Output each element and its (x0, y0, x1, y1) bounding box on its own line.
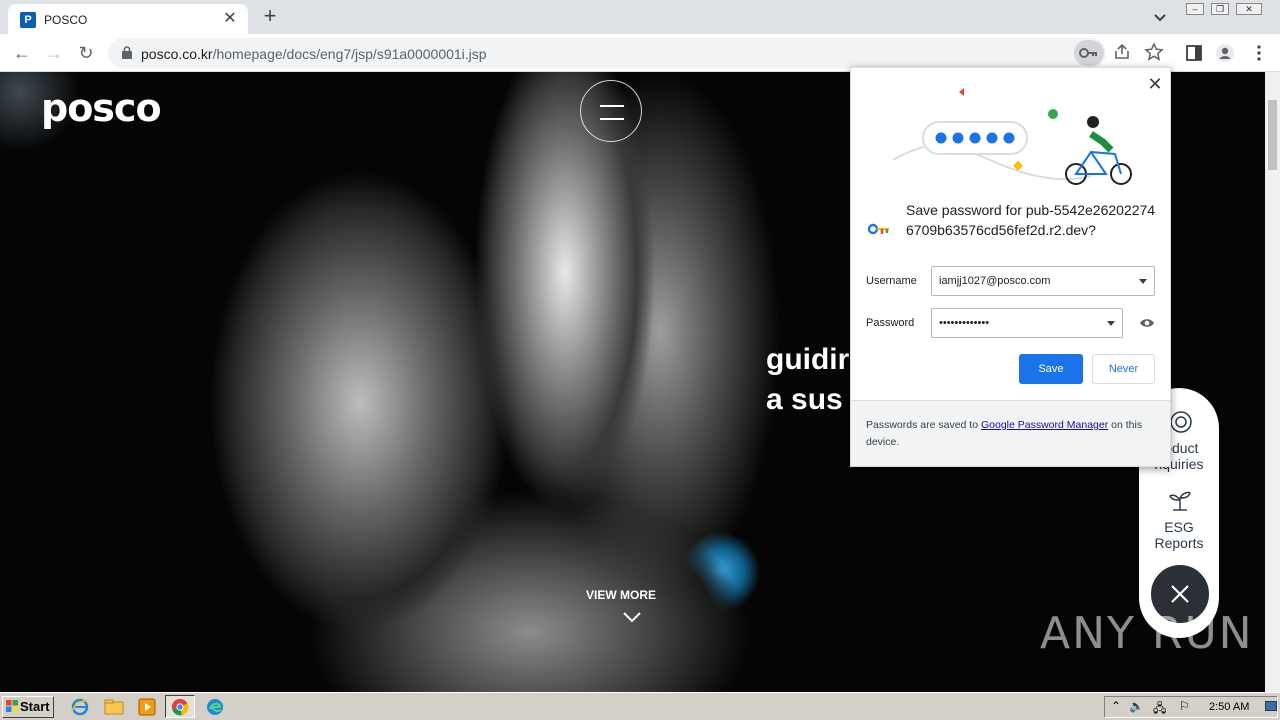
never-button[interactable]: Never (1092, 354, 1155, 384)
posco-favicon-icon: P (20, 12, 36, 28)
tube-icon (1170, 411, 1192, 433)
page-scrollbar[interactable] (1265, 72, 1280, 692)
chrome-taskbar-button[interactable] (165, 695, 195, 718)
eye-icon[interactable] (1139, 317, 1155, 329)
url-path: /homepage/docs/eng7/jsp/s91a0000001i.jsp (212, 46, 487, 62)
hero-line-1: guidir (766, 343, 850, 376)
dialog-title: Save password for pub-5542e262022746709b… (906, 202, 1156, 238)
file-explorer-icon[interactable] (103, 697, 125, 717)
menu-kebab-icon[interactable] (1249, 43, 1269, 63)
tab-strip: P POSCO ✕ + – ❐ ✕ (0, 0, 1280, 34)
side-panel-icon[interactable] (1184, 43, 1204, 63)
bookmark-star-icon[interactable] (1144, 42, 1164, 62)
windows-flag-icon (6, 700, 18, 712)
new-tab-button[interactable]: + (258, 5, 282, 29)
footer-text-prefix: Passwords are saved to (866, 419, 981, 431)
forward-button[interactable]: → (42, 41, 66, 65)
tab-close-icon[interactable]: ✕ (220, 9, 240, 29)
google-password-manager-link[interactable]: Google Password Manager (981, 419, 1108, 431)
chevron-down-icon[interactable] (1139, 279, 1147, 284)
username-label: Username (866, 275, 917, 287)
sprout-icon (1169, 491, 1191, 511)
key-icon (1079, 48, 1097, 58)
chevron-down-icon[interactable] (622, 610, 642, 624)
tab-posco[interactable]: P POSCO ✕ (8, 4, 248, 34)
start-label: Start (20, 699, 50, 714)
minimize-button[interactable]: – (1186, 3, 1204, 15)
url-text[interactable]: posco.co.kr/homepage/docs/eng7/jsp/s91a0… (141, 46, 487, 62)
volume-icon[interactable]: 🔈 (1129, 699, 1144, 713)
share-icon[interactable] (1112, 42, 1132, 62)
restore-button[interactable]: ❐ (1211, 3, 1229, 15)
clock[interactable]: 2:50 AM (1209, 701, 1249, 713)
windows-taskbar: Start ⌃ 🔈 🖧 ⚐ 2:50 AM (0, 692, 1280, 720)
network-icon[interactable]: 🖧 (1153, 699, 1166, 720)
dialog-footer: Passwords are saved to Google Password M… (851, 400, 1170, 466)
chrome-icon (171, 698, 189, 716)
view-more-link[interactable]: VIEW MORE (586, 588, 656, 602)
tab-search-chevron-icon[interactable] (1150, 8, 1170, 28)
password-key-button[interactable] (1074, 40, 1104, 66)
password-field[interactable]: ••••••••••••• (931, 308, 1123, 338)
close-window-button[interactable]: ✕ (1236, 3, 1262, 15)
start-button[interactable]: Start (2, 696, 54, 718)
hamburger-menu-button[interactable] (580, 80, 642, 142)
password-label: Password (866, 317, 915, 329)
profile-avatar-icon[interactable] (1215, 43, 1235, 63)
google-key-icon (867, 223, 889, 235)
chevron-down-icon[interactable] (1107, 321, 1115, 326)
save-password-dialog: ✕ Save password for pub-5542e26202274670… (850, 67, 1171, 467)
action-center-flag-icon[interactable]: ⚐ (1179, 699, 1190, 713)
show-desktop-icon[interactable] (1265, 701, 1277, 711)
edge-icon[interactable] (204, 697, 226, 717)
system-tray: ⌃ 🔈 🖧 ⚐ 2:50 AM (1104, 696, 1278, 718)
hero-headline: guidir a sus (766, 340, 849, 420)
username-field[interactable]: iamjj1027@posco.com (931, 266, 1155, 296)
back-button[interactable]: ← (10, 41, 34, 65)
password-value: ••••••••••••• (939, 317, 990, 329)
username-value: iamjj1027@posco.com (939, 275, 1051, 287)
dialog-close-icon[interactable]: ✕ (1145, 74, 1165, 94)
tab-title: POSCO (44, 13, 88, 27)
password-illustration (892, 88, 1132, 185)
anyrun-watermark: ANY RUN (1040, 608, 1254, 659)
scrollbar-thumb[interactable] (1268, 100, 1277, 170)
lock-icon[interactable] (122, 46, 132, 59)
tray-expand-icon[interactable]: ⌃ (1111, 699, 1121, 713)
address-bar[interactable]: posco.co.kr/homepage/docs/eng7/jsp/s91a0… (108, 38, 1164, 68)
url-domain: posco.co.kr (141, 46, 213, 62)
posco-logo[interactable]: posco (41, 86, 162, 130)
internet-explorer-icon[interactable] (69, 697, 91, 717)
esg-reports-link[interactable]: ESG Reports (1139, 519, 1219, 551)
save-button[interactable]: Save (1019, 354, 1083, 384)
reload-button[interactable]: ↻ (74, 41, 98, 65)
hero-line-2: a sus (766, 383, 843, 416)
media-player-icon[interactable] (136, 697, 158, 717)
